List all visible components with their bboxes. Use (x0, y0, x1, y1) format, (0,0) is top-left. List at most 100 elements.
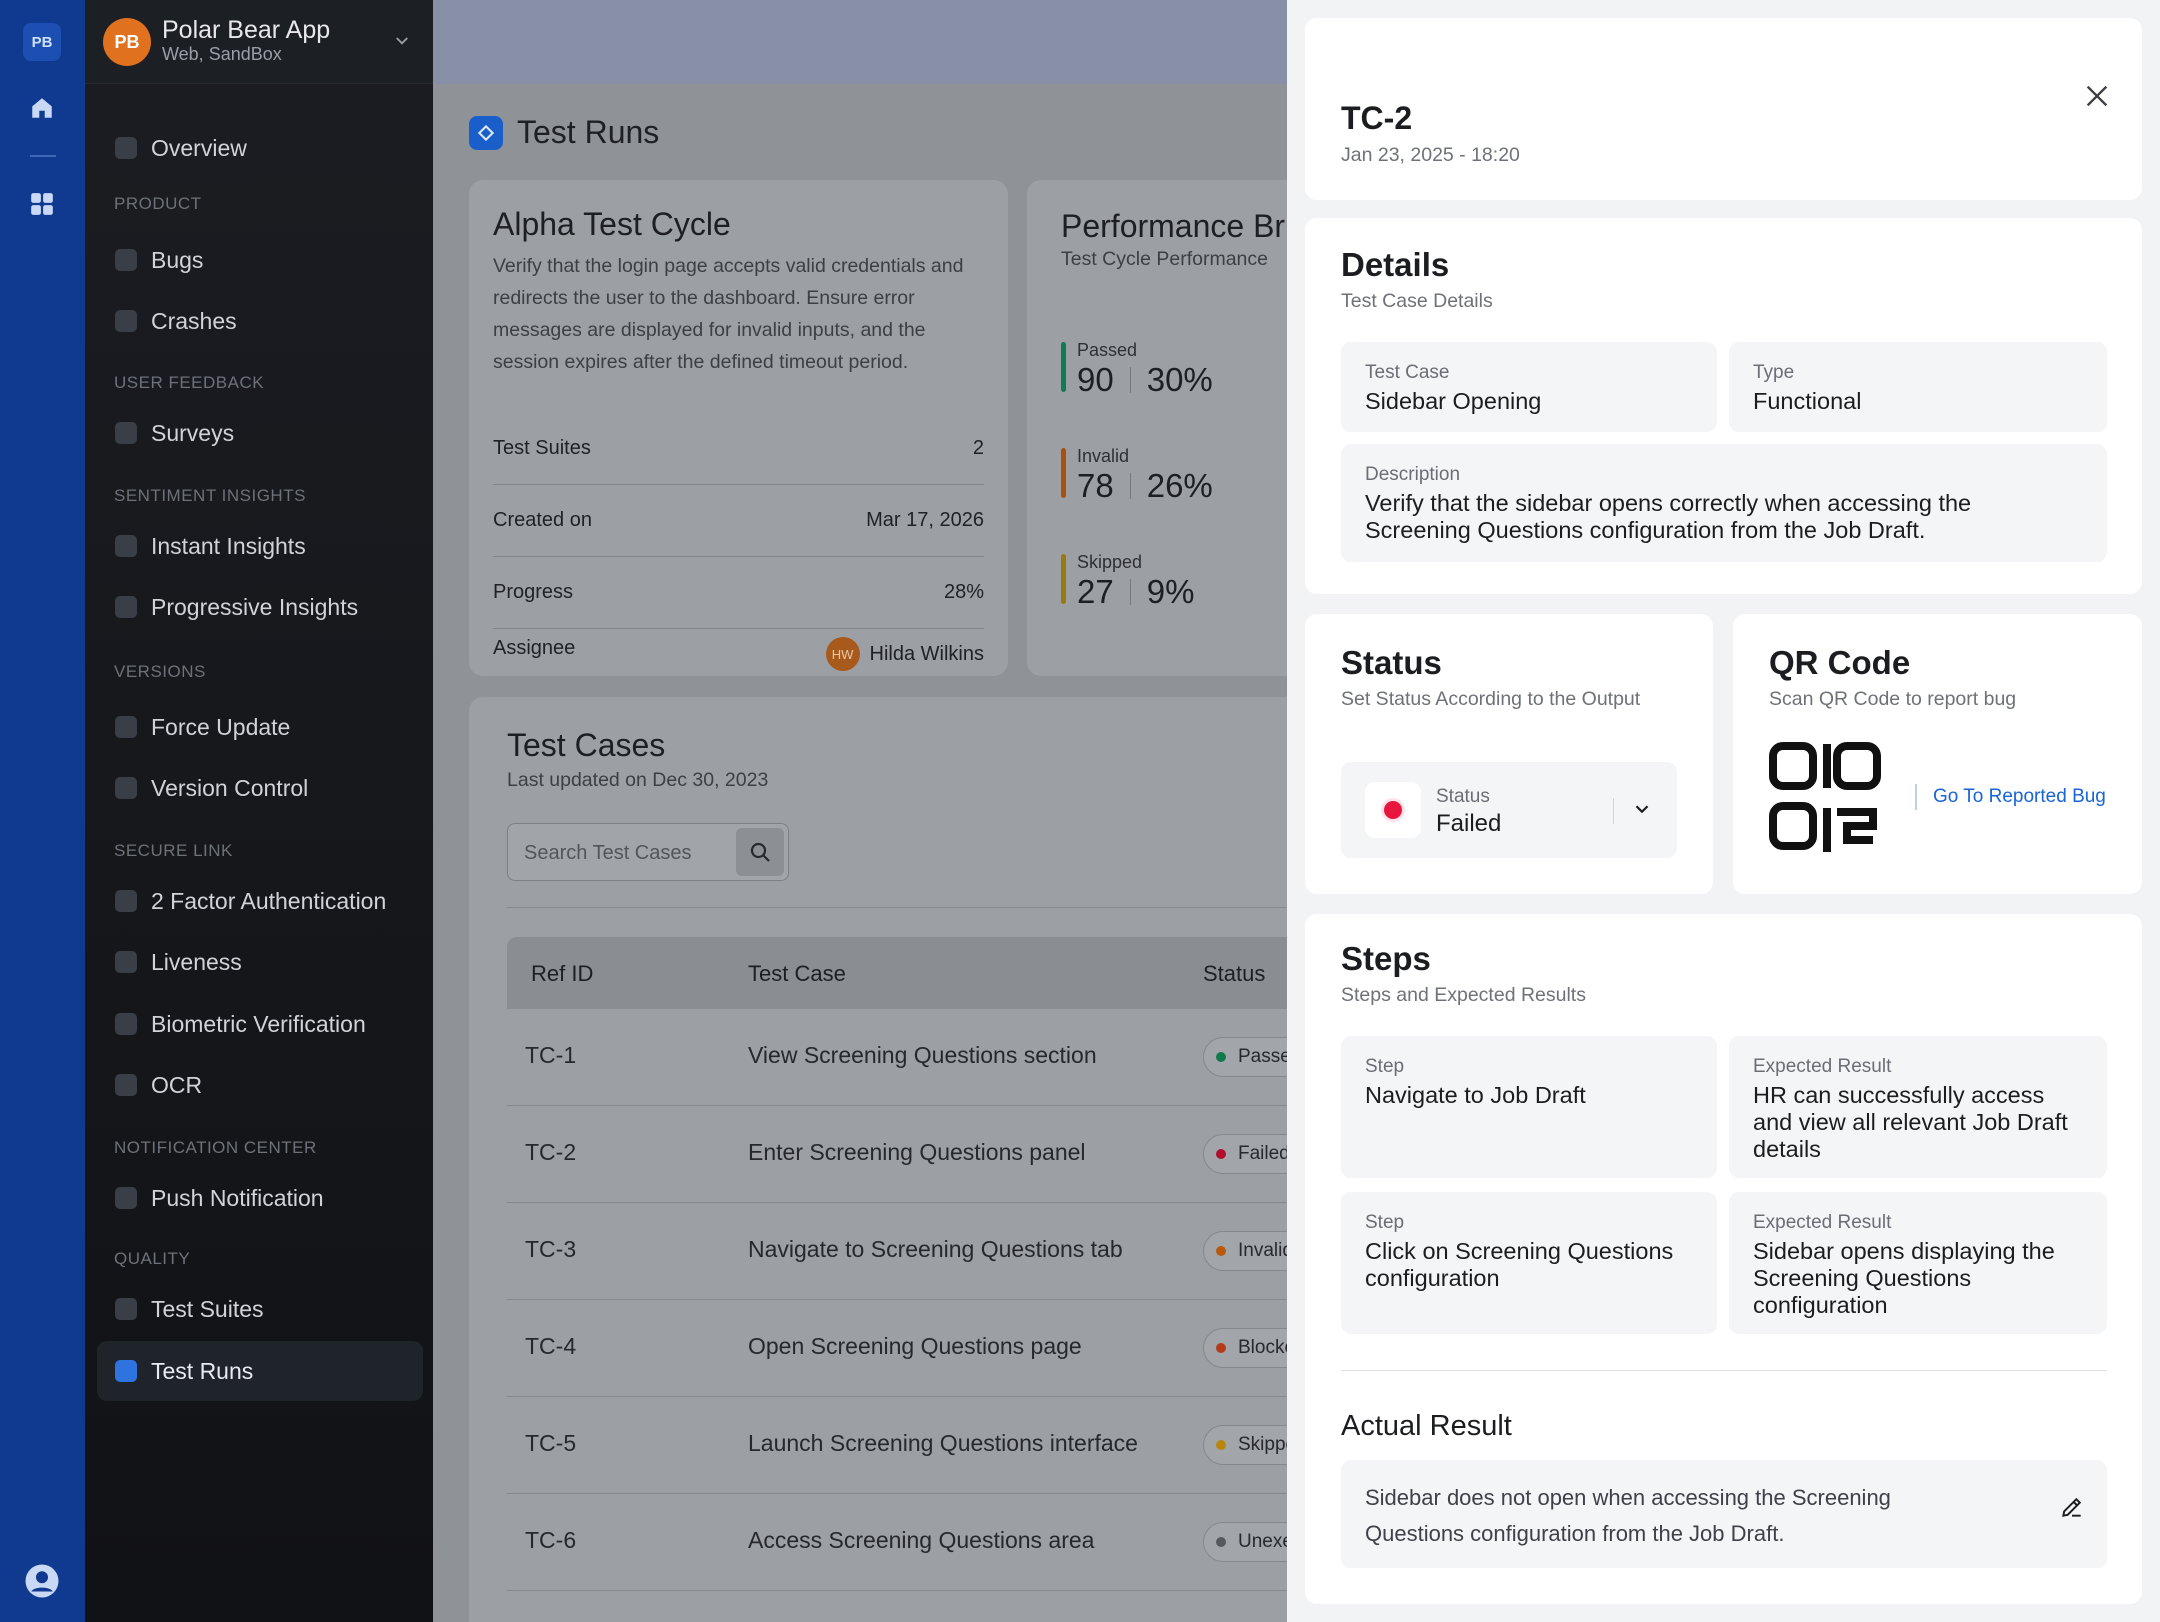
search-button[interactable] (736, 828, 784, 876)
star-icon (115, 422, 137, 444)
progress-value: 28% (943, 581, 984, 603)
sidebar-item-label: Test Suites (151, 1295, 264, 1322)
status-badge: Invalid (1203, 1231, 1287, 1271)
go-to-reported-bug-link[interactable]: Go To Reported Bug (1933, 786, 2106, 808)
assignee[interactable]: HW Hilda Wilkins (825, 637, 984, 671)
ref-id-cell: TC-4 (525, 1333, 577, 1359)
test-case-cell: Launch Screening Questions interface (748, 1430, 1138, 1456)
search-input[interactable]: Search Test Cases (507, 823, 789, 881)
section-label-notification: NOTIFICATION CENTER (114, 1138, 317, 1157)
sidebar-item-overview[interactable]: Overview (97, 118, 423, 178)
sidebar-item-liveness[interactable]: Liveness (97, 932, 423, 992)
table-row[interactable]: TC-2 Enter Screening Questions panel Faile… (507, 1106, 1287, 1203)
sidebar: PB Polar Bear App Web, SandBox Overview … (85, 0, 433, 1622)
page-header: Test Runs (469, 114, 659, 151)
ref-id-cell: TC-3 (525, 1236, 577, 1262)
sidebar-item-push-notification[interactable]: Push Notification (97, 1168, 423, 1228)
status-text: Failed (1238, 1143, 1287, 1164)
sidebar-item-label: Instant Insights (151, 532, 306, 559)
field-label: Expected Result (1753, 1212, 1892, 1233)
sidebar-item-surveys[interactable]: Surveys (97, 403, 423, 463)
section-label-quality: QUALITY (114, 1249, 191, 1268)
step-2: Step Click on Screening Questions config… (1341, 1192, 1717, 1334)
status-badge: Skipped (1203, 1425, 1287, 1465)
stat-percent: 9% (1146, 573, 1195, 610)
shield-icon (115, 890, 137, 912)
main-content: Test Runs Alpha Test Cycle Verify that t… (433, 0, 1287, 1622)
drawer-date: Jan 23, 2025 - 18:20 (1341, 144, 1520, 166)
field-value: Functional (1753, 388, 1862, 414)
sidebar-item-version-control[interactable]: Version Control (97, 758, 423, 818)
table-row[interactable]: TC-3 Navigate to Screening Questions tab I… (507, 1203, 1287, 1300)
sidebar-item-progressive-insights[interactable]: Progressive Insights (97, 577, 423, 637)
assignee-name: Hilda Wilkins (869, 642, 984, 665)
field-value: Sidebar Opening (1365, 388, 1542, 414)
table-row[interactable]: TC-6 Access Screening Questions area Unexe… (507, 1494, 1287, 1591)
sidebar-item-label: Biometric Verification (151, 1010, 366, 1037)
stat-label: Passed (1077, 340, 1138, 360)
status-title: Status (1341, 644, 1442, 681)
sidebar-item-label: 2 Factor Authentication (151, 887, 387, 914)
scan-icon (115, 1074, 137, 1096)
sidebar-item-test-suites[interactable]: Test Suites (97, 1279, 423, 1339)
table-row[interactable]: TC-4 Open Screening Questions page Blocked (507, 1300, 1287, 1397)
stat-count: 78 (1077, 467, 1114, 504)
sidebar-item-crashes[interactable]: Crashes (97, 291, 423, 351)
close-button[interactable] (2075, 74, 2119, 118)
progress-row: Progress 28% (493, 557, 984, 629)
close-icon (2086, 85, 2108, 107)
status-dot (1216, 1052, 1226, 1062)
qr-title: QR Code (1769, 644, 1911, 681)
grid-icon[interactable] (27, 189, 57, 219)
account-circle-icon[interactable] (24, 1563, 60, 1599)
test-cases-subtitle: Last updated on Dec 30, 2023 (507, 769, 769, 791)
sidebar-item-force-update[interactable]: Force Update (97, 697, 423, 757)
table-row[interactable]: TC-1 View Screening Questions section Pass… (507, 1009, 1287, 1106)
status-badge: Blocked (1203, 1328, 1287, 1368)
created-on-row: Created on Mar 17, 2026 (493, 485, 984, 557)
progress-label: Progress (493, 581, 574, 603)
sidebar-item-2fa[interactable]: 2 Factor Authentication (97, 871, 423, 931)
step-text: Navigate to Job Draft (1365, 1082, 1586, 1108)
sidebar-item-instant-insights[interactable]: Instant Insights (97, 516, 423, 576)
sidebar-item-test-runs[interactable]: Test Runs (97, 1341, 423, 1401)
heart-icon (115, 535, 137, 557)
top-bar (433, 0, 1287, 84)
created-on-label: Created on (493, 509, 592, 531)
edit-button[interactable] (2059, 1494, 2085, 1525)
table-row[interactable]: TC-5 Launch Screening Questions interface… (507, 1397, 1287, 1494)
sidebar-item-biometric[interactable]: Biometric Verification (97, 994, 423, 1054)
section-label-versions: VERSIONS (114, 662, 206, 681)
workspace-logo[interactable]: PB (23, 23, 61, 61)
test-case-cell: Enter Screening Questions panel (748, 1139, 1086, 1165)
stat-skipped: Skipped 27 9% (1061, 552, 1194, 611)
chevron-down-icon[interactable] (1631, 798, 1653, 825)
app-switcher[interactable]: PB Polar Bear App Web, SandBox (85, 0, 433, 84)
sidebar-item-bugs[interactable]: Bugs (97, 230, 423, 290)
created-on-value: Mar 17, 2026 (866, 509, 984, 531)
chevron-down-icon[interactable] (393, 32, 411, 55)
status-select[interactable]: Status Failed (1341, 762, 1677, 858)
column-ref-id: Ref ID (531, 961, 594, 986)
test-cycle-card: Alpha Test Cycle Verify that the login p… (469, 180, 1008, 676)
step-text: Click on Screening Questions configurati… (1365, 1238, 1674, 1291)
field-label: Description (1365, 464, 1461, 485)
status-dot (1216, 1343, 1226, 1353)
sidebar-item-ocr[interactable]: OCR (97, 1055, 423, 1115)
icon-rail: PB (0, 0, 85, 1622)
home-icon[interactable] (27, 93, 57, 123)
test-suites-row: Test Suites 2 (493, 413, 984, 485)
performance-card: Performance Br Test Cycle Performance Pa… (1027, 180, 1287, 676)
details-title: Details (1341, 246, 1450, 283)
cycle-title: Alpha Test Cycle (493, 206, 731, 242)
app-name: Polar Bear App (162, 16, 331, 44)
actual-result-title: Actual Result (1341, 1410, 1512, 1442)
ref-id-cell: TC-2 (525, 1139, 577, 1165)
status-dot (1216, 1440, 1226, 1450)
bell-icon (115, 1187, 137, 1209)
status-text: Skipped (1238, 1434, 1287, 1455)
stat-bar (1061, 342, 1066, 392)
status-label: Status (1436, 786, 1490, 807)
status-badge: Passed (1203, 1037, 1287, 1077)
status-badge: Unexecuted (1203, 1522, 1287, 1562)
